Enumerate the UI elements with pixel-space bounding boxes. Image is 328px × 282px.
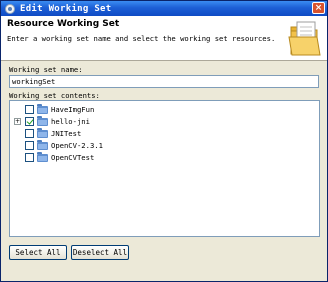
wizard-header: Resource Working Set Enter a working set… bbox=[1, 16, 327, 61]
working-set-contents-label: Working set contents: bbox=[9, 91, 100, 100]
header-title: Resource Working Set bbox=[7, 19, 120, 29]
tree-item-label: hello-jni bbox=[51, 117, 90, 126]
folder-icon bbox=[37, 127, 48, 138]
deselect-all-button[interactable]: Deselect All bbox=[71, 245, 129, 260]
folder-icon bbox=[37, 139, 48, 150]
checkbox[interactable] bbox=[25, 105, 34, 114]
checkbox-checked[interactable] bbox=[25, 117, 34, 126]
working-set-contents-tree[interactable]: HaveImgFun + hello-jni JNITest OpenCV-2.… bbox=[9, 100, 320, 237]
select-all-button[interactable]: Select All bbox=[9, 245, 67, 260]
wizard-folder-image-icon bbox=[288, 21, 321, 56]
edit-working-set-dialog: Edit Working Set × Resource Working Set … bbox=[0, 0, 328, 282]
working-set-name-label: Working set name: bbox=[9, 65, 83, 74]
folder-icon bbox=[37, 103, 48, 114]
folder-icon bbox=[37, 151, 48, 162]
checkbox[interactable] bbox=[25, 153, 34, 162]
working-set-name-input[interactable]: workingSet bbox=[9, 75, 319, 88]
eclipse-icon bbox=[5, 3, 15, 14]
tree-item-label: JNITest bbox=[51, 129, 82, 138]
title-bar[interactable]: Edit Working Set × bbox=[1, 1, 327, 16]
checkbox[interactable] bbox=[25, 141, 34, 150]
folder-icon bbox=[37, 115, 48, 126]
tree-item-label: HaveImgFun bbox=[51, 105, 95, 114]
header-description: Enter a working set name and select the … bbox=[7, 34, 276, 43]
close-button[interactable]: × bbox=[312, 2, 325, 14]
window-title: Edit Working Set bbox=[20, 3, 112, 14]
expand-icon[interactable]: + bbox=[14, 118, 21, 125]
checkbox[interactable] bbox=[25, 129, 34, 138]
tree-item-label: OpenCVTest bbox=[51, 153, 95, 162]
tree-item-label: OpenCV-2.3.1 bbox=[51, 141, 103, 150]
